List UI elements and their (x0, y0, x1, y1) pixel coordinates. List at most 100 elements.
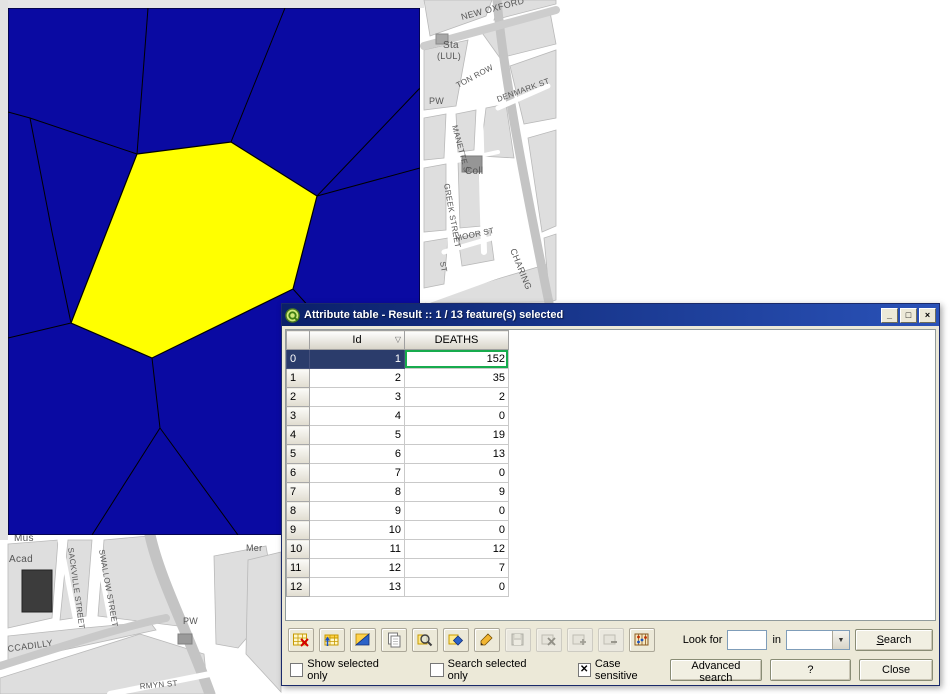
deaths-cell[interactable]: 12 (405, 540, 509, 559)
id-cell[interactable]: 6 (310, 445, 405, 464)
delete-column-button[interactable] (598, 628, 624, 652)
id-cell[interactable]: 4 (310, 407, 405, 426)
field-calculator-button[interactable] (629, 628, 655, 652)
table-row[interactable]: 4519 (287, 426, 509, 445)
unselect-all-button[interactable] (288, 628, 314, 652)
map-street-label: Sta (443, 40, 459, 51)
map-street-label: Acad (9, 554, 33, 565)
field-select[interactable]: ▼ (786, 630, 850, 650)
row-header-cell[interactable]: 4 (287, 426, 310, 445)
row-header-cell[interactable]: 11 (287, 559, 310, 578)
close-window-button[interactable]: × (919, 308, 936, 323)
chevron-down-icon[interactable]: ▼ (832, 631, 849, 649)
row-header-cell[interactable]: 6 (287, 464, 310, 483)
checkbox-box-checked[interactable]: ✕ (578, 663, 591, 677)
zoom-to-selected-button[interactable] (412, 628, 438, 652)
qgis-logo-icon (285, 308, 300, 323)
deaths-cell[interactable]: 13 (405, 445, 509, 464)
table-row[interactable]: 11127 (287, 559, 509, 578)
id-cell[interactable]: 12 (310, 559, 405, 578)
checkbox-box[interactable] (430, 663, 443, 677)
pan-to-selected-button[interactable] (443, 628, 469, 652)
table-row[interactable]: 232 (287, 388, 509, 407)
window-title: Attribute table - Result :: 1 / 13 featu… (304, 309, 881, 321)
table-row[interactable]: 890 (287, 502, 509, 521)
column-header-id[interactable]: Id ▽ (310, 331, 405, 350)
deaths-cell[interactable]: 7 (405, 559, 509, 578)
save-edits-button[interactable] (505, 628, 531, 652)
id-cell[interactable]: 13 (310, 578, 405, 597)
row-header-cell[interactable]: 7 (287, 483, 310, 502)
look-for-input[interactable] (727, 630, 767, 650)
deaths-cell[interactable]: 2 (405, 388, 509, 407)
table-row[interactable]: 12130 (287, 578, 509, 597)
id-cell[interactable]: 7 (310, 464, 405, 483)
sort-descending-icon: ▽ (395, 335, 401, 344)
delete-selected-button[interactable] (536, 628, 562, 652)
qgis-workspace: NEW OXFORDSta(LUL)TON ROWPWDENMARK STMAN… (0, 0, 950, 694)
table-row[interactable]: 789 (287, 483, 509, 502)
new-column-button[interactable] (567, 628, 593, 652)
table-row[interactable]: 101112 (287, 540, 509, 559)
move-selected-to-top-button[interactable] (319, 628, 345, 652)
copy-selected-rows-button[interactable] (381, 628, 407, 652)
deaths-cell[interactable]: 35 (405, 369, 509, 388)
deaths-cell[interactable]: 0 (405, 464, 509, 483)
table-row[interactable]: 01152 (287, 350, 509, 369)
advanced-search-button[interactable]: Advanced search (670, 659, 762, 681)
case-sensitive-checkbox[interactable]: ✕ Case sensitive (578, 658, 662, 682)
in-label: in (772, 634, 781, 646)
id-cell[interactable]: 3 (310, 388, 405, 407)
id-cell[interactable]: 9 (310, 502, 405, 521)
table-row[interactable]: 1235 (287, 369, 509, 388)
map-street-label: ST (438, 261, 449, 273)
attribute-table-body: 0115212352323404519561367078989091001011… (287, 350, 509, 597)
toggle-editing-button[interactable] (474, 628, 500, 652)
row-header-cell[interactable]: 3 (287, 407, 310, 426)
column-header-deaths[interactable]: DEATHS (405, 331, 509, 350)
deaths-cell[interactable]: 0 (405, 407, 509, 426)
row-header-cell[interactable]: 10 (287, 540, 310, 559)
titlebar[interactable]: Attribute table - Result :: 1 / 13 featu… (282, 304, 939, 326)
row-header-cell[interactable]: 8 (287, 502, 310, 521)
deaths-cell[interactable]: 0 (405, 502, 509, 521)
maximize-button[interactable]: □ (900, 308, 917, 323)
deaths-cell[interactable]: 19 (405, 426, 509, 445)
id-cell[interactable]: 2 (310, 369, 405, 388)
deaths-cell[interactable]: 0 (405, 521, 509, 540)
table-corner-cell[interactable] (287, 331, 310, 350)
attribute-toolbar: Look for in ▼ Search (288, 626, 933, 654)
attribute-table[interactable]: Id ▽ DEATHS 0115212352323404519561367078… (285, 329, 936, 621)
deaths-cell[interactable]: 9 (405, 483, 509, 502)
search-selected-only-label: Search selected only (448, 658, 544, 682)
table-row[interactable]: 670 (287, 464, 509, 483)
checkbox-box[interactable] (290, 663, 303, 677)
id-cell[interactable]: 1 (310, 350, 405, 369)
row-header-cell[interactable]: 1 (287, 369, 310, 388)
table-row[interactable]: 5613 (287, 445, 509, 464)
search-selected-only-checkbox[interactable]: Search selected only (430, 658, 543, 682)
deaths-cell[interactable]: 0 (405, 578, 509, 597)
help-button[interactable]: ? (770, 659, 851, 681)
map-street-label: (LUL) (437, 51, 461, 61)
id-cell[interactable]: 5 (310, 426, 405, 445)
search-button[interactable]: Search (855, 629, 933, 651)
column-header-id-label: Id (352, 334, 361, 346)
id-cell[interactable]: 10 (310, 521, 405, 540)
minimize-button[interactable]: _ (881, 308, 898, 323)
row-header-cell[interactable]: 2 (287, 388, 310, 407)
id-cell[interactable]: 11 (310, 540, 405, 559)
table-row[interactable]: 9100 (287, 521, 509, 540)
look-for-label: Look for (683, 634, 723, 646)
row-header-cell[interactable]: 5 (287, 445, 310, 464)
deaths-cell[interactable]: 152 (405, 350, 509, 369)
id-cell[interactable]: 8 (310, 483, 405, 502)
invert-selection-button[interactable] (350, 628, 376, 652)
row-header-cell[interactable]: 12 (287, 578, 310, 597)
row-header-cell[interactable]: 9 (287, 521, 310, 540)
row-header-cell[interactable]: 0 (287, 350, 310, 369)
table-row[interactable]: 340 (287, 407, 509, 426)
show-selected-only-checkbox[interactable]: Show selected only (290, 658, 396, 682)
map-street-label: Coll (465, 166, 483, 177)
close-button[interactable]: Close (859, 659, 933, 681)
